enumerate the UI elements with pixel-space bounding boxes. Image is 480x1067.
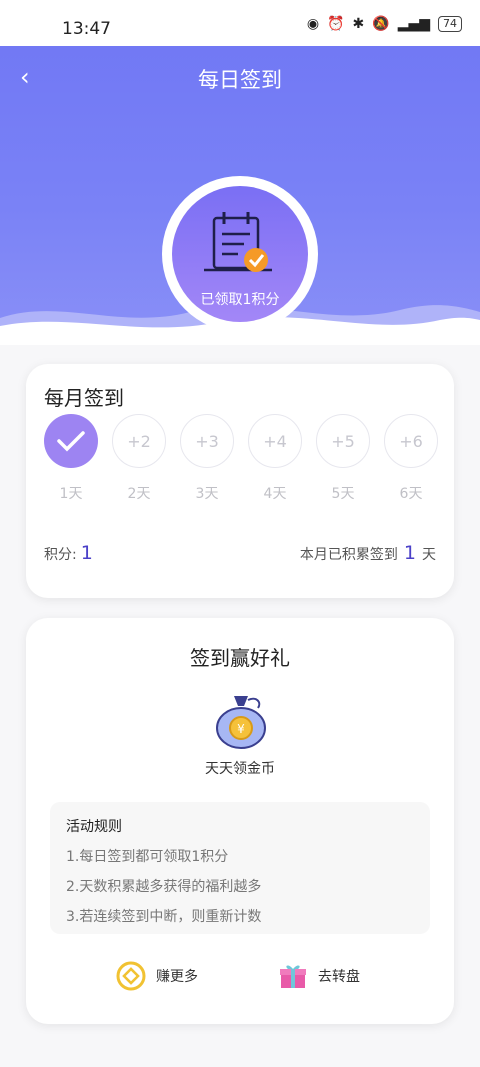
day-label: 5天	[331, 486, 355, 502]
checkin-badge: 已领取1积分	[172, 186, 308, 322]
rules-title: 活动规则	[66, 819, 122, 835]
day-item-1[interactable]: 1天	[44, 414, 98, 503]
day-item-5[interactable]: +5 5天	[316, 414, 370, 503]
rules-panel: 活动规则 1.每日签到都可领取1积分 2.天数积累越多获得的福利越多 3.若连续…	[50, 802, 430, 934]
day-label: 2天	[127, 486, 151, 502]
day-circle: +4	[248, 414, 302, 468]
gift-icon	[280, 965, 306, 988]
day-circle: +6	[384, 414, 438, 468]
day-label: 1天	[59, 486, 83, 502]
status-time: 13:47	[62, 19, 111, 39]
status-bar: 13:47 ◉ ⏰ ✱ 🔕 ▂▄▆ 74	[0, 0, 480, 46]
day-item-4[interactable]: +4 4天	[248, 414, 302, 503]
day-item-3[interactable]: +3 3天	[180, 414, 234, 503]
coin-icon	[116, 961, 146, 991]
rule-item: 2.天数积累越多获得的福利越多	[66, 879, 262, 895]
points-summary: 积分: 1	[44, 542, 93, 564]
cumulative-summary: 本月已积累签到 1 天	[300, 542, 436, 564]
go-wheel-button[interactable]: 去转盘	[278, 961, 360, 991]
cumulative-value: 1	[403, 542, 416, 564]
day-label: 6天	[399, 486, 423, 502]
monthly-checkin-card: 每月签到 1天 +2 2天 +3 3天 +4 4天 +5 5天 +6 6天 积分…	[26, 364, 454, 598]
rewards-card: 签到赢好礼 ¥ 天天领金币 活动规则 1.每日签到都可领取1积分 2.天数积累越…	[26, 618, 454, 1024]
eye-icon: ◉	[306, 16, 320, 32]
day-circle: +3	[180, 414, 234, 468]
rewards-title: 签到赢好礼	[190, 646, 290, 670]
signal-icon: ▂▄▆	[397, 16, 430, 32]
points-value: 1	[80, 542, 93, 564]
coin-label: 天天领金币	[205, 761, 275, 777]
day-label: 4天	[263, 486, 287, 502]
earn-more-label: 赚更多	[156, 969, 198, 985]
svg-text:¥: ¥	[237, 722, 245, 736]
day-circle: +5	[316, 414, 370, 468]
cumulative-prefix: 本月已积累签到	[299, 547, 398, 563]
mute-icon: 🔕	[372, 16, 390, 32]
cumulative-suffix: 天	[422, 547, 436, 563]
day-item-6[interactable]: +6 6天	[384, 414, 438, 503]
day-circle: +2	[112, 414, 166, 468]
day-circle	[44, 414, 98, 468]
monthly-title: 每月签到	[44, 386, 124, 410]
battery-icon: 74	[438, 16, 462, 32]
bluetooth-icon: ✱	[352, 16, 365, 32]
earn-more-button[interactable]: 赚更多	[116, 961, 198, 991]
day-label: 3天	[195, 486, 219, 502]
rule-item: 3.若连续签到中断，则重新计数	[66, 909, 262, 925]
calendar-check-icon	[204, 212, 272, 272]
day-item-2[interactable]: +2 2天	[112, 414, 166, 503]
money-bag-icon[interactable]: ¥	[214, 688, 268, 750]
rule-item: 1.每日签到都可领取1积分	[66, 849, 229, 865]
alarm-icon: ⏰	[327, 16, 345, 32]
go-wheel-label: 去转盘	[318, 969, 360, 985]
checkmark-icon	[57, 431, 85, 452]
badge-text: 已领取1积分	[200, 292, 280, 308]
points-label: 积分:	[44, 547, 77, 563]
page-title: 每日签到	[198, 68, 282, 92]
